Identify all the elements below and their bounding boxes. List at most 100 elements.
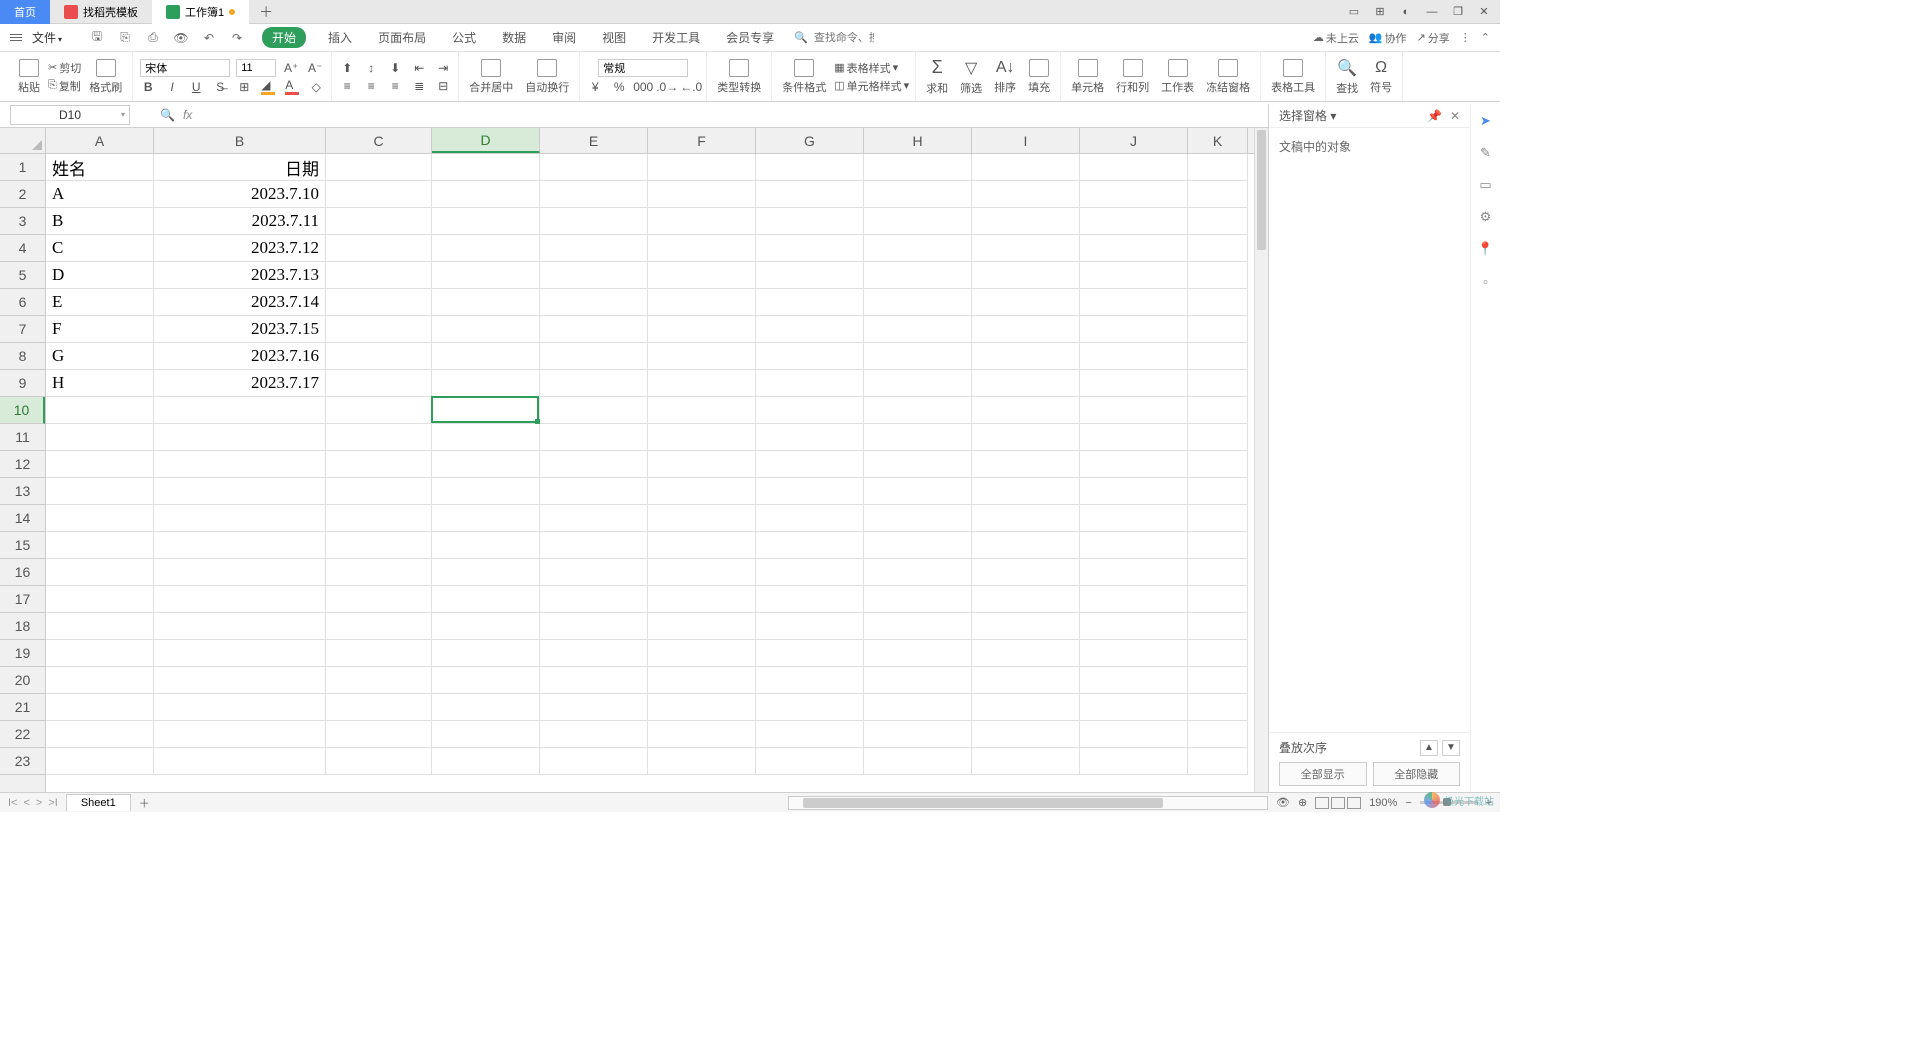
horizontal-scrollbar[interactable] <box>788 796 1268 810</box>
wrap-text-button[interactable]: 自动换行 <box>521 57 573 97</box>
currency-icon[interactable]: ¥ <box>586 79 604 95</box>
zoom-out-button[interactable]: − <box>1405 797 1411 809</box>
cell[interactable] <box>540 370 648 397</box>
cell[interactable] <box>46 478 154 505</box>
row-header-16[interactable]: 16 <box>0 559 45 586</box>
comma-icon[interactable]: 000 <box>634 79 652 95</box>
export-icon[interactable]: ⎘ <box>116 29 134 47</box>
cell[interactable] <box>432 181 540 208</box>
cell[interactable]: 2023.7.10 <box>154 181 326 208</box>
cell[interactable] <box>540 424 648 451</box>
cell[interactable]: E <box>46 289 154 316</box>
menu-tab-data[interactable]: 数据 <box>498 27 530 48</box>
cell[interactable] <box>1080 397 1188 424</box>
cell[interactable] <box>1080 289 1188 316</box>
cell[interactable]: 2023.7.12 <box>154 235 326 262</box>
cell[interactable] <box>1188 289 1248 316</box>
cell[interactable] <box>432 208 540 235</box>
align-middle-icon[interactable]: ↕ <box>362 60 380 76</box>
cell[interactable] <box>756 586 864 613</box>
cell[interactable] <box>540 181 648 208</box>
cell[interactable] <box>972 478 1080 505</box>
cell[interactable] <box>1188 181 1248 208</box>
type-convert-button[interactable]: 类型转换 <box>713 57 765 97</box>
view-normal-icon[interactable] <box>1315 797 1329 809</box>
align-bottom-icon[interactable]: ⬇ <box>386 60 404 76</box>
cell[interactable] <box>432 667 540 694</box>
col-header-B[interactable]: B <box>154 128 326 153</box>
cell[interactable] <box>154 640 326 667</box>
cell[interactable] <box>326 694 432 721</box>
cell[interactable] <box>864 451 972 478</box>
cell[interactable] <box>432 748 540 775</box>
cell[interactable] <box>154 532 326 559</box>
minimize-button[interactable]: — <box>1424 4 1440 20</box>
cell[interactable] <box>648 289 756 316</box>
row-header-4[interactable]: 4 <box>0 235 45 262</box>
cell[interactable] <box>864 208 972 235</box>
cell[interactable] <box>756 505 864 532</box>
cell[interactable] <box>972 451 1080 478</box>
cell[interactable] <box>432 586 540 613</box>
cell[interactable] <box>864 370 972 397</box>
cell[interactable] <box>1188 586 1248 613</box>
cell[interactable] <box>432 451 540 478</box>
cell[interactable] <box>46 667 154 694</box>
cell[interactable] <box>1080 424 1188 451</box>
font-size-select[interactable] <box>236 59 276 77</box>
cell[interactable] <box>648 694 756 721</box>
cell[interactable] <box>756 667 864 694</box>
cell[interactable] <box>864 478 972 505</box>
cell[interactable] <box>1080 721 1188 748</box>
select-all-corner[interactable] <box>0 128 46 154</box>
cell[interactable] <box>326 208 432 235</box>
collab-button[interactable]: 👥 协作 <box>1369 30 1407 46</box>
cell[interactable] <box>1080 316 1188 343</box>
command-search[interactable]: 🔍 <box>794 31 874 44</box>
cond-format-button[interactable]: 条件格式 <box>778 57 830 97</box>
cell[interactable] <box>864 424 972 451</box>
cell[interactable] <box>648 613 756 640</box>
cell[interactable] <box>326 424 432 451</box>
cell[interactable] <box>326 559 432 586</box>
cell[interactable] <box>972 721 1080 748</box>
col-header-I[interactable]: I <box>972 128 1080 153</box>
align-left-icon[interactable]: ≡ <box>338 78 356 94</box>
cell[interactable] <box>540 289 648 316</box>
cell[interactable] <box>1080 478 1188 505</box>
cell[interactable] <box>432 532 540 559</box>
cell[interactable] <box>326 154 432 181</box>
cell[interactable]: 2023.7.17 <box>154 370 326 397</box>
row-header-18[interactable]: 18 <box>0 613 45 640</box>
cell[interactable] <box>756 208 864 235</box>
cell[interactable] <box>540 586 648 613</box>
cell[interactable] <box>864 262 972 289</box>
cell[interactable] <box>864 613 972 640</box>
help-icon[interactable]: ▫ <box>1477 272 1495 290</box>
search-input[interactable] <box>814 32 874 44</box>
cell[interactable] <box>432 694 540 721</box>
cell[interactable] <box>1080 235 1188 262</box>
rowcol-button[interactable]: 行和列 <box>1112 57 1153 97</box>
cell[interactable] <box>648 478 756 505</box>
cell[interactable] <box>154 586 326 613</box>
cell[interactable] <box>1080 343 1188 370</box>
justify-icon[interactable]: ≣ <box>410 78 428 94</box>
close-button[interactable]: ✕ <box>1476 4 1492 20</box>
cell[interactable] <box>756 316 864 343</box>
cell[interactable] <box>864 559 972 586</box>
cell[interactable] <box>864 667 972 694</box>
cell[interactable] <box>864 235 972 262</box>
cell[interactable]: 2023.7.15 <box>154 316 326 343</box>
cell[interactable] <box>972 262 1080 289</box>
cell[interactable] <box>756 478 864 505</box>
cell[interactable] <box>1080 505 1188 532</box>
cell[interactable] <box>756 262 864 289</box>
cell[interactable] <box>154 505 326 532</box>
cell[interactable]: 日期 <box>154 154 326 181</box>
cell[interactable] <box>540 154 648 181</box>
cell[interactable] <box>1188 235 1248 262</box>
cell[interactable] <box>540 667 648 694</box>
cell[interactable] <box>756 424 864 451</box>
cell[interactable] <box>326 532 432 559</box>
